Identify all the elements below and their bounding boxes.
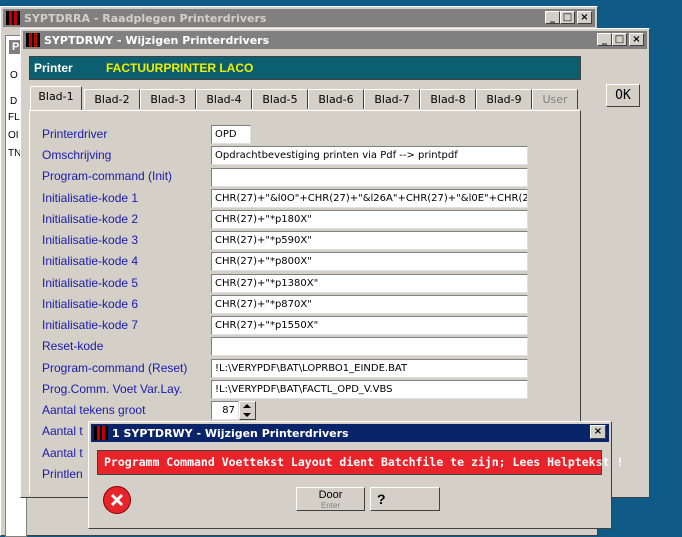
tab-blad-3[interactable]: Blad-3 xyxy=(140,89,196,109)
tab-blad-5[interactable]: Blad-5 xyxy=(252,89,308,109)
program-command-reset-field[interactable]: !L:\VERYPDF\BAT\LOPRBO1_EINDE.BAT xyxy=(211,359,528,378)
help-icon: ? xyxy=(377,491,386,507)
door-button[interactable]: Door Enter xyxy=(296,487,365,511)
init-kode-6-field[interactable]: CHR(27)+"*p870X" xyxy=(211,295,528,314)
label-printlen-partial: Printlen xyxy=(42,467,83,481)
spinner-up-icon[interactable] xyxy=(243,404,251,408)
label-printerdriver: Printerdriver xyxy=(42,127,108,141)
main-window-title: SYPTDRWY - Wijzigen Printerdrivers xyxy=(44,33,270,47)
tab-label: Blad-9 xyxy=(486,93,522,106)
maximize-button[interactable]: □ xyxy=(612,33,627,46)
error-icon xyxy=(103,486,131,514)
dialog-close-button[interactable]: × xyxy=(590,425,606,439)
aantal-tekens-groot-field[interactable]: 87 xyxy=(211,401,239,420)
door-label: Door xyxy=(318,489,343,501)
tab-label: User xyxy=(542,93,568,106)
maximize-button[interactable]: □ xyxy=(560,11,575,24)
help-button[interactable]: ? xyxy=(370,487,440,511)
tab-user[interactable]: User xyxy=(532,89,578,109)
label-program-command-reset: Program-command (Reset) xyxy=(42,361,188,375)
label-aantal-tekens-groot: Aantal tekens groot xyxy=(42,403,146,417)
tab-blad-7[interactable]: Blad-7 xyxy=(364,89,420,109)
tab-label: Blad-7 xyxy=(374,93,410,106)
program-command-init-field[interactable] xyxy=(211,168,528,187)
close-button[interactable]: × xyxy=(577,11,592,24)
spinner-down-icon[interactable] xyxy=(243,413,251,417)
label-init-kode-6: Initialisatie-kode 6 xyxy=(42,297,139,311)
label-init-kode-4: Initialisatie-kode 4 xyxy=(42,254,139,268)
prog-comm-voet-field[interactable]: !L:\VERYPDF\BAT\FACTL_OPD_V.VBS xyxy=(211,380,528,399)
tab-blad-6[interactable]: Blad-6 xyxy=(308,89,364,109)
label-init-kode-2: Initialisatie-kode 2 xyxy=(42,212,139,226)
init-kode-3-field[interactable]: CHR(27)+"*p590X" xyxy=(211,231,528,250)
tab-label: Blad-2 xyxy=(94,93,130,106)
background-window-titlebar[interactable]: SYPTDRRA - Raadplegen Printerdrivers _ □… xyxy=(3,9,595,27)
error-message: Programm Command Voettekst Layout dient … xyxy=(104,455,624,469)
tab-blad-4[interactable]: Blad-4 xyxy=(196,89,252,109)
reset-kode-field[interactable] xyxy=(211,337,528,356)
app-icon xyxy=(6,11,20,25)
tab-blad-2[interactable]: Blad-2 xyxy=(84,89,140,109)
label-init-kode-1: Initialisatie-kode 1 xyxy=(42,191,139,205)
label-program-command-init: Program-command (Init) xyxy=(42,169,173,183)
tab-label: Blad-6 xyxy=(318,93,354,106)
bg-letter: D xyxy=(10,96,18,107)
init-kode-4-field[interactable]: CHR(27)+"*p800X" xyxy=(211,252,528,271)
init-kode-1-field[interactable]: CHR(27)+"&l0O"+CHR(27)+"&l26A"+CHR(27)+"… xyxy=(211,189,528,208)
init-kode-2-field[interactable]: CHR(27)+"*p180X" xyxy=(211,210,528,229)
error-dialog: 1 SYPTDRWY - Wijzigen Printerdrivers × P… xyxy=(88,421,623,529)
label-omschrijving: Omschrijving xyxy=(42,148,112,162)
label-aantal-partial: Aantal t xyxy=(42,424,83,438)
dialog-title: 1 SYPTDRWY - Wijzigen Printerdrivers xyxy=(112,426,349,440)
omschrijving-field[interactable]: Opdrachtbevestiging printen via Pdf --> … xyxy=(211,146,528,165)
background-window-title: SYPTDRRA - Raadplegen Printerdrivers xyxy=(24,11,267,25)
ok-button[interactable]: OK xyxy=(606,84,640,107)
bg-letter: O xyxy=(10,70,18,81)
tab-label: Blad-8 xyxy=(430,93,466,106)
door-sub: Enter xyxy=(320,501,341,510)
label-init-kode-5: Initialisatie-kode 5 xyxy=(42,276,139,290)
app-icon xyxy=(94,426,108,440)
bg-letter: OI xyxy=(8,130,19,141)
dialog-titlebar[interactable]: 1 SYPTDRWY - Wijzigen Printerdrivers × xyxy=(91,424,609,442)
label-init-kode-3: Initialisatie-kode 3 xyxy=(42,233,139,247)
label-reset-kode: Reset-kode xyxy=(42,339,104,353)
init-kode-7-field[interactable]: CHR(27)+"*p1550X" xyxy=(211,316,528,335)
tab-label: Blad-3 xyxy=(150,93,186,106)
tab-blad-9[interactable]: Blad-9 xyxy=(476,89,532,109)
init-kode-5-field[interactable]: CHR(27)+"*p1380X" xyxy=(211,274,528,293)
close-button[interactable]: × xyxy=(629,33,644,46)
minimize-button[interactable]: _ xyxy=(545,11,560,24)
tab-label: Blad-1 xyxy=(38,90,74,103)
printerdriver-field[interactable]: OPD xyxy=(211,125,251,144)
spinner[interactable] xyxy=(239,401,256,420)
tab-blad-8[interactable]: Blad-8 xyxy=(420,89,476,109)
label-aantal-partial: Aantal t xyxy=(42,446,83,460)
printer-bar: Printer FACTUURPRINTER LACO xyxy=(29,56,581,80)
printer-label: Printer xyxy=(34,61,73,75)
tab-blad-1[interactable]: Blad-1 xyxy=(30,86,82,110)
error-message-bar: Programm Command Voettekst Layout dient … xyxy=(97,450,623,475)
label-init-kode-7: Initialisatie-kode 7 xyxy=(42,318,139,332)
minimize-button[interactable]: _ xyxy=(597,33,612,46)
tab-label: Blad-4 xyxy=(206,93,242,106)
bg-letter: FL xyxy=(8,112,20,123)
label-prog-comm-voet: Prog.Comm. Voet Var.Lay. xyxy=(42,382,183,396)
app-icon xyxy=(26,33,40,47)
ok-label: OK xyxy=(615,88,631,103)
tab-label: Blad-5 xyxy=(262,93,298,106)
main-window-titlebar[interactable]: SYPTDRWY - Wijzigen Printerdrivers _ □ × xyxy=(23,31,647,49)
printer-value: FACTUURPRINTER LACO xyxy=(106,61,254,75)
